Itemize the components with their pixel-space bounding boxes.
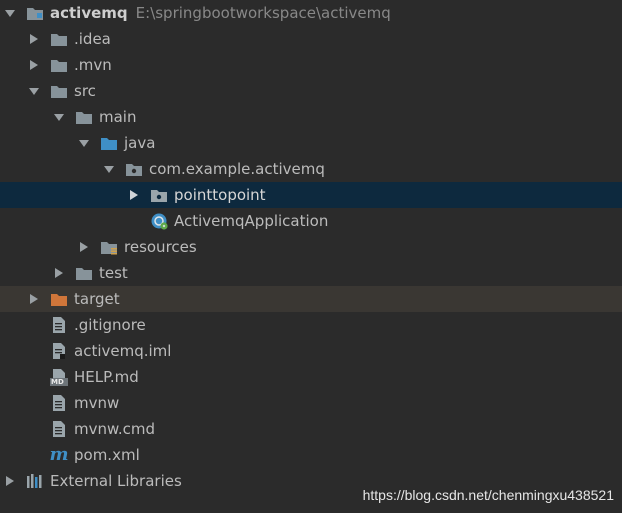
chevron-down-icon[interactable]: [53, 110, 65, 124]
project-tree: activemq E:\springbootworkspace\activemq…: [0, 0, 622, 494]
module-file-icon: [50, 342, 68, 360]
source-folder-icon: [100, 134, 118, 152]
tree-item-label: mvnw.cmd: [74, 420, 156, 438]
project-path: E:\springbootworkspace\activemq: [135, 4, 391, 22]
chevron-right-icon[interactable]: [128, 188, 140, 202]
tree-item-label: .gitignore: [74, 316, 146, 334]
tree-item-label: com.example.activemq: [149, 160, 325, 178]
tree-row-pom-xml[interactable]: m pom.xml: [0, 442, 622, 468]
folder-icon: [75, 108, 93, 126]
chevron-right-icon[interactable]: [28, 292, 40, 306]
tree-row-activemq-iml[interactable]: activemq.iml: [0, 338, 622, 364]
tree-item-label: java: [124, 134, 156, 152]
tree-row-root[interactable]: activemq E:\springbootworkspace\activemq: [0, 0, 622, 26]
tree-item-label: External Libraries: [50, 472, 182, 490]
tree-item-label: src: [74, 82, 96, 100]
text-file-icon: [50, 420, 68, 438]
chevron-right-icon[interactable]: [53, 266, 65, 280]
chevron-down-icon[interactable]: [28, 84, 40, 98]
tree-row-activemq-application[interactable]: ActivemqApplication: [0, 208, 622, 234]
module-folder-icon: [26, 4, 44, 22]
folder-icon: [75, 264, 93, 282]
tree-row-package[interactable]: com.example.activemq: [0, 156, 622, 182]
tree-row-mvnw[interactable]: mvnw: [0, 390, 622, 416]
tree-row-src[interactable]: src: [0, 78, 622, 104]
tree-row-mvnw-cmd[interactable]: mvnw.cmd: [0, 416, 622, 442]
libraries-icon: [26, 472, 44, 490]
tree-item-label: ActivemqApplication: [174, 212, 329, 230]
tree-item-label: HELP.md: [74, 368, 139, 386]
tree-row-test[interactable]: test: [0, 260, 622, 286]
text-file-icon: [50, 316, 68, 334]
tree-row-gitignore[interactable]: .gitignore: [0, 312, 622, 338]
tree-row-pointtopoint[interactable]: pointtopoint: [0, 182, 622, 208]
tree-item-label: resources: [124, 238, 197, 256]
chevron-down-icon[interactable]: [4, 6, 16, 20]
excluded-folder-icon: [50, 290, 68, 308]
project-name: activemq: [50, 4, 128, 22]
resources-folder-icon: [100, 238, 118, 256]
folder-icon: [50, 30, 68, 48]
tree-row-java[interactable]: java: [0, 130, 622, 156]
folder-icon: [50, 56, 68, 74]
tree-item-label: pom.xml: [74, 446, 140, 464]
tree-item-label: target: [74, 290, 120, 308]
chevron-down-icon[interactable]: [78, 136, 90, 150]
chevron-right-icon[interactable]: [28, 32, 40, 46]
tree-item-label: test: [99, 264, 128, 282]
spring-boot-class-icon: [150, 212, 168, 230]
text-file-icon: [50, 394, 68, 412]
tree-item-label: pointtopoint: [174, 186, 266, 204]
tree-item-label: .idea: [74, 30, 111, 48]
maven-icon: m: [49, 444, 69, 465]
tree-row-main[interactable]: main: [0, 104, 622, 130]
markdown-file-icon: MD: [50, 368, 68, 386]
tree-item-label: main: [99, 108, 137, 126]
tree-item-label: mvnw: [74, 394, 120, 412]
md-badge: MD: [51, 378, 64, 386]
maven-letter: m: [49, 444, 69, 465]
tree-row-idea[interactable]: .idea: [0, 26, 622, 52]
tree-row-help-md[interactable]: MD HELP.md: [0, 364, 622, 390]
chevron-right-icon[interactable]: [4, 474, 16, 488]
tree-item-label: .mvn: [74, 56, 112, 74]
watermark: https://blog.csdn.net/chenmingxu438521: [362, 487, 614, 503]
tree-row-target[interactable]: target: [0, 286, 622, 312]
folder-icon: [50, 82, 68, 100]
chevron-right-icon[interactable]: [78, 240, 90, 254]
tree-item-label: activemq.iml: [74, 342, 172, 360]
chevron-right-icon[interactable]: [28, 58, 40, 72]
tree-row-mvn[interactable]: .mvn: [0, 52, 622, 78]
chevron-down-icon[interactable]: [103, 162, 115, 176]
package-icon: [150, 186, 168, 204]
package-icon: [125, 160, 143, 178]
tree-row-resources[interactable]: resources: [0, 234, 622, 260]
